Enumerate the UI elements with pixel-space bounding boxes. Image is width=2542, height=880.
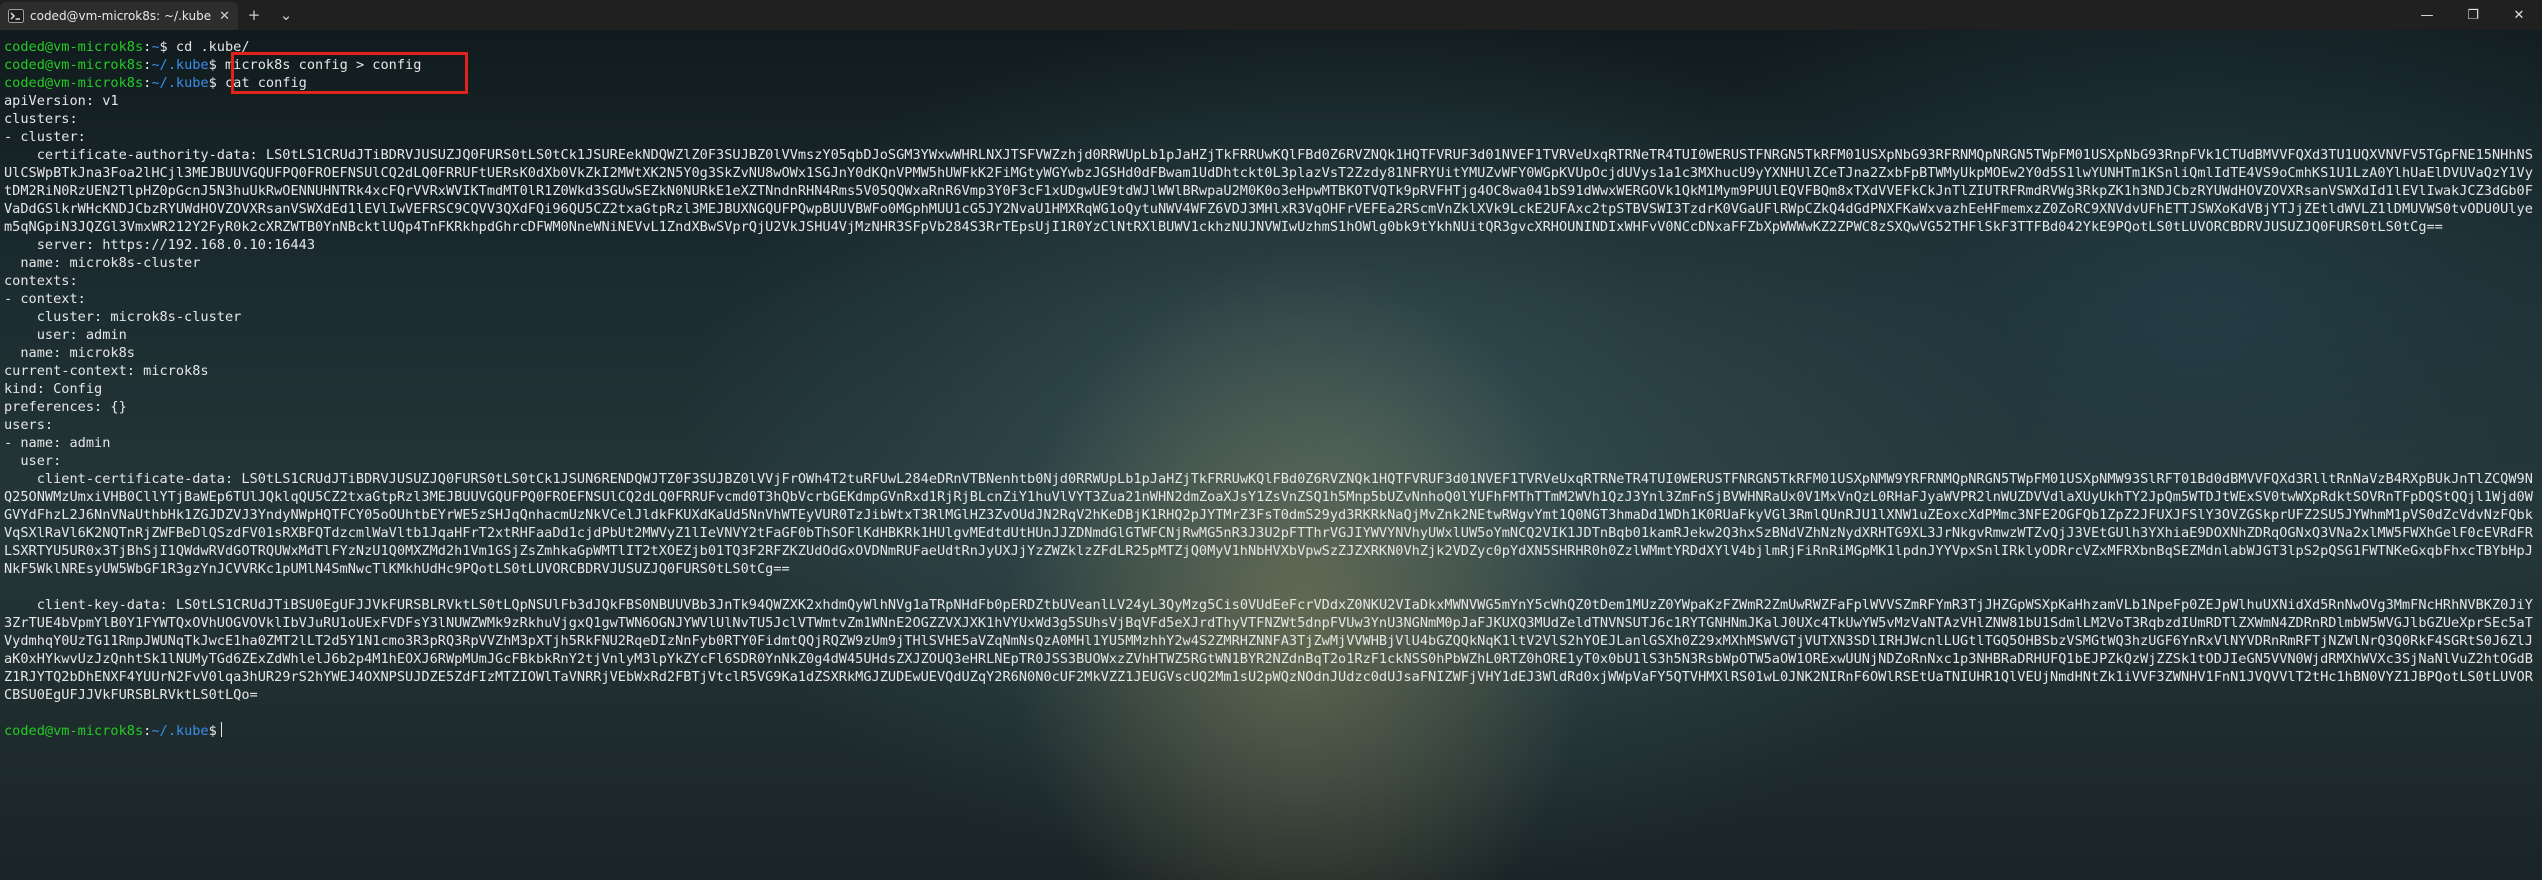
config-line: cluster: microk8s-cluster <box>4 309 242 325</box>
terminal-tab-bar: coded@vm-microk8s: ~/.kube ✕ + ⌄ — ❐ ✕ <box>0 0 2542 30</box>
prompt-line: coded@vm-microk8s:~/.kube$ cat config <box>4 74 2538 92</box>
config-line: - name: admin <box>4 435 111 451</box>
prompt-line: coded@vm-microk8s:~$ cd .kube/ <box>4 38 2538 56</box>
config-line: kind: Config <box>4 381 103 397</box>
tab-bar-drag-area[interactable] <box>302 0 2404 30</box>
prompt-symbol: $ <box>159 39 168 55</box>
tab-title: coded@vm-microk8s: ~/.kube <box>30 9 212 23</box>
config-line: name: microk8s-cluster <box>4 255 201 271</box>
config-line: user: <box>4 453 62 469</box>
config-line: - context: <box>4 291 86 307</box>
terminal-output[interactable]: coded@vm-microk8s:~$ cd .kube/ coded@vm-… <box>0 38 2542 740</box>
tab-dropdown-icon[interactable]: ⌄ <box>270 0 302 30</box>
config-line: current-context: microk8s <box>4 363 209 379</box>
prompt-path: ~ <box>151 39 160 55</box>
maximize-button[interactable]: ❐ <box>2450 0 2496 30</box>
config-line: name: microk8s <box>4 345 135 361</box>
client-certificate-data: client-certificate-data: LS0tLS1CRUdJTiB… <box>4 471 2533 577</box>
close-window-button[interactable]: ✕ <box>2496 0 2542 30</box>
config-line: - cluster: <box>4 129 86 145</box>
config-line: apiVersion: v1 <box>4 93 119 109</box>
config-line: user: admin <box>4 327 127 343</box>
certificate-authority-data: certificate-authority-data: LS0tLS1CRUdJ… <box>4 147 2533 235</box>
config-line: clusters: <box>4 111 78 127</box>
prompt-user-host: coded@vm-microk8s <box>4 39 144 55</box>
terminal-icon <box>8 9 24 23</box>
prompt-line: coded@vm-microk8s:~/.kube$ microk8s conf… <box>4 56 2538 74</box>
prompt-user-host: coded@vm-microk8s <box>4 75 144 91</box>
command-text: cd .kube/ <box>167 39 250 55</box>
new-tab-button[interactable]: + <box>238 0 270 30</box>
prompt-symbol: $ <box>208 75 217 91</box>
config-line: preferences: {} <box>4 399 127 415</box>
config-line: users: <box>4 417 54 433</box>
config-server-line: server: https://192.168.0.10:16443 <box>4 237 315 253</box>
prompt-path: ~/.kube <box>151 723 209 739</box>
tab-close-icon[interactable]: ✕ <box>219 9 230 24</box>
text-cursor <box>220 722 222 737</box>
command-text: microk8s config > config <box>216 57 422 73</box>
command-text: cat config <box>216 75 307 91</box>
active-prompt-line[interactable]: coded@vm-microk8s:~/.kube$ <box>4 722 2538 740</box>
prompt-user-host: coded@vm-microk8s <box>4 723 144 739</box>
client-key-data: client-key-data: LS0tLS1CRUdJTiBSU0EgUFJ… <box>4 597 2533 703</box>
prompt-path: ~/.kube <box>151 57 209 73</box>
config-line: contexts: <box>4 273 78 289</box>
prompt-symbol: $ <box>208 57 217 73</box>
terminal-tab[interactable]: coded@vm-microk8s: ~/.kube ✕ <box>0 2 238 30</box>
prompt-user-host: coded@vm-microk8s <box>4 57 144 73</box>
minimize-button[interactable]: — <box>2404 0 2450 30</box>
prompt-path: ~/.kube <box>151 75 209 91</box>
prompt-symbol: $ <box>208 723 217 739</box>
